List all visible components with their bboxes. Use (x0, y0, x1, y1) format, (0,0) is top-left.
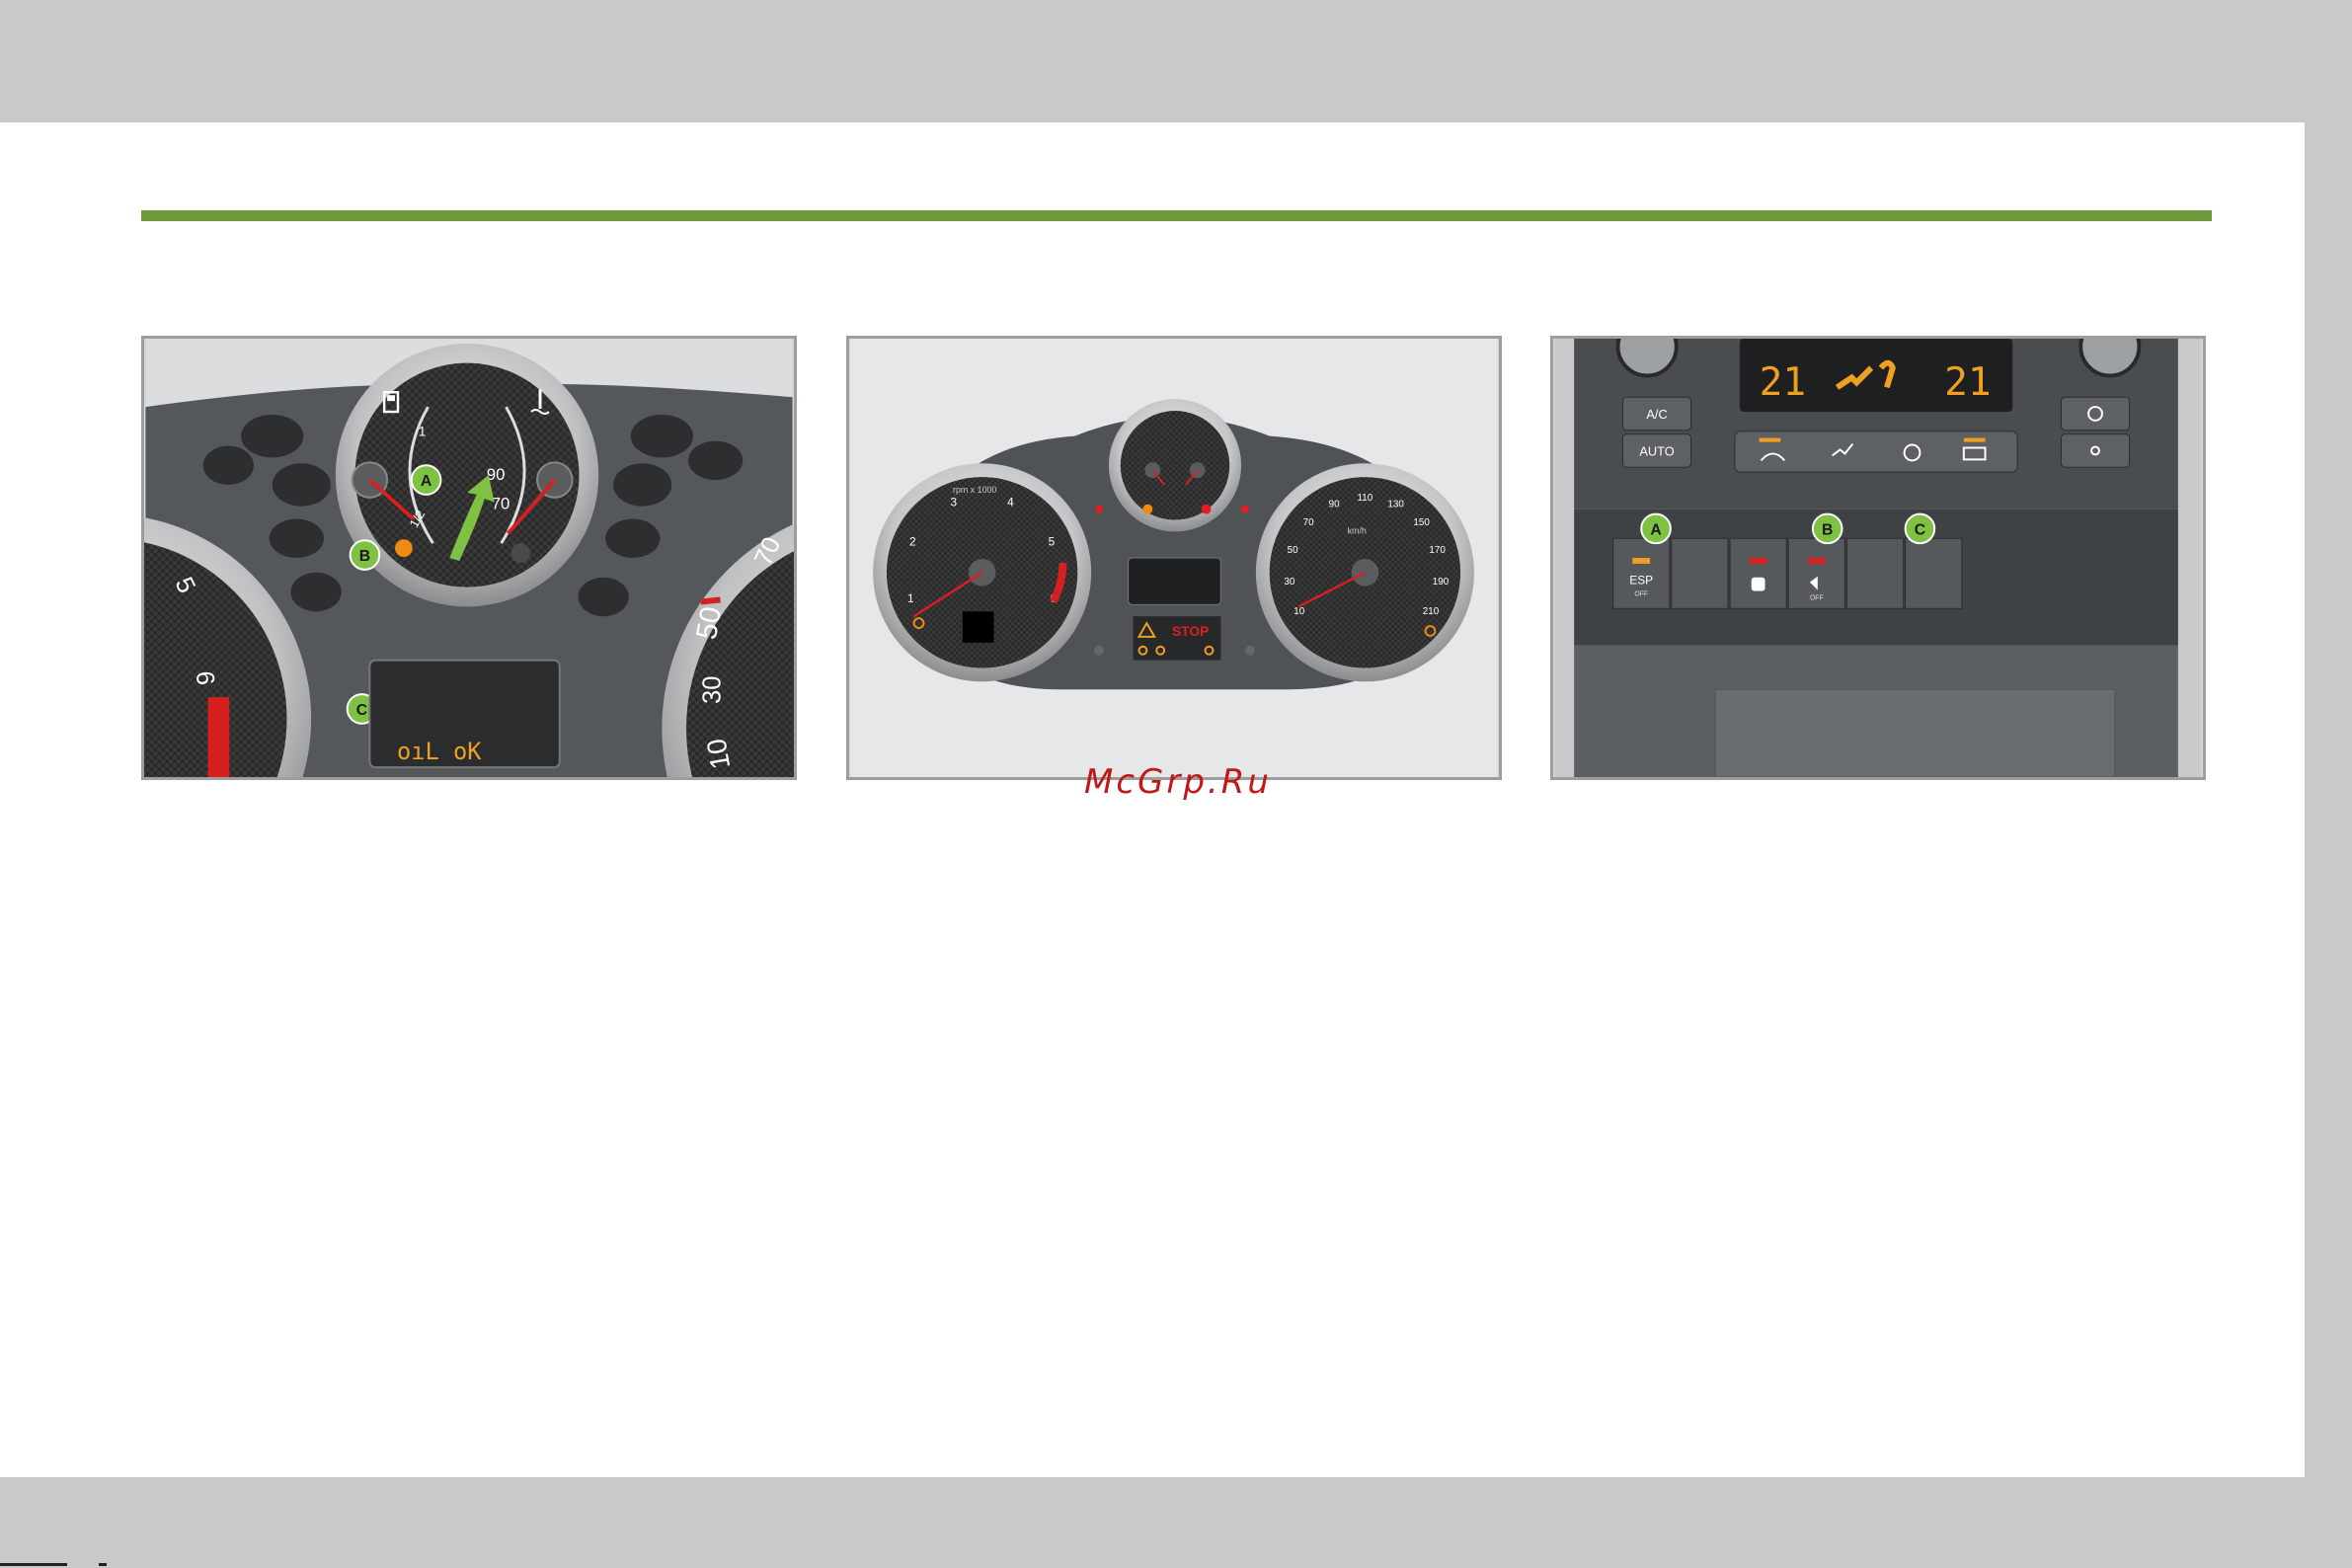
svg-text:C: C (356, 702, 367, 719)
rev-unit: rpm x 1000 (953, 485, 996, 495)
watermark-text: McGrp.Ru (1084, 762, 1272, 802)
rev-tick-4: 4 (1007, 495, 1014, 509)
footer-mark-small (99, 1563, 107, 1566)
warning-lamp-orange (395, 539, 413, 558)
callout-a: A (410, 464, 442, 496)
footer-mark (0, 1563, 67, 1566)
right-temperature: 21 (1944, 359, 1992, 405)
rev-tick-5: 5 (1049, 534, 1056, 548)
figure-instrument-cluster: rpm x 1000 123456 km/h 10 30 50 70 90 110 130 1… (846, 336, 1502, 780)
left-temperature: 21 (1760, 359, 1807, 405)
speed-label-30: 30 (699, 675, 727, 704)
fan-button[interactable] (2061, 396, 2131, 431)
speed-unit: km/h (1348, 525, 1367, 535)
figure-center-console: 21 21 A/C AUTO ESP OFF OFF A B C (1550, 336, 2206, 780)
alarm-off-switch[interactable]: OFF (1787, 537, 1845, 609)
svg-text:B: B (359, 548, 370, 565)
stop-warning-label: STOP (1172, 623, 1209, 639)
fuel-temp-mini-gauge (1120, 411, 1230, 520)
callout-c: C (1904, 512, 1936, 545)
speed-tick-90: 90 (1329, 499, 1340, 510)
speed-label-10: 10 (700, 737, 736, 772)
callout-b: B (1811, 512, 1843, 545)
callout-b: B (349, 539, 381, 571)
section-rule (141, 210, 2212, 221)
svg-text:B: B (1822, 521, 1833, 538)
esp-off-switch[interactable]: ESP OFF (1612, 537, 1671, 609)
speed-tick-30: 30 (1284, 577, 1294, 588)
auto-button-label: AUTO (1639, 443, 1674, 458)
center-console-illustration: 21 21 A/C AUTO ESP OFF OFF A B C (1554, 339, 2202, 777)
blank-switch-3 (1905, 537, 1963, 609)
speed-tick-110: 110 (1358, 493, 1373, 504)
callout-a: A (1640, 512, 1672, 545)
gauge-closeup-illustration: 5 6 50 70 30 10 1 1/2 90 70 A B C oıL oK (144, 339, 794, 777)
svg-text:OFF: OFF (1810, 594, 1824, 601)
ac-button-label: A/C (1646, 407, 1667, 422)
svg-text:OFF: OFF (1634, 590, 1648, 597)
rev-label-6: 6 (191, 670, 219, 687)
svg-text:A: A (1650, 521, 1661, 538)
figure-gauge-closeup: 5 6 50 70 30 10 1 1/2 90 70 A B C oıL oK (141, 336, 797, 780)
fuel-full-mark: 1 (419, 424, 427, 439)
rev-tick-3: 3 (951, 495, 958, 509)
fan-down-button[interactable] (2061, 433, 2131, 468)
child-lock-switch[interactable] (1729, 537, 1787, 609)
svg-text:C: C (1915, 521, 1925, 538)
rev-tick-2: 2 (909, 534, 916, 548)
oil-ok-display-text: oıL oK (397, 738, 482, 765)
cluster-display (1128, 557, 1221, 605)
redline-band (207, 697, 230, 777)
temp-70-mark: 70 (492, 495, 510, 513)
svg-text:ESP: ESP (1629, 574, 1653, 588)
speed-tick-50: 50 (1288, 545, 1298, 556)
rev-tick-1: 1 (907, 591, 914, 605)
speed-tick-150: 150 (1413, 517, 1430, 528)
speed-tick-130: 130 (1387, 499, 1404, 510)
blank-switch-2 (1845, 537, 1905, 609)
speed-tick-190: 190 (1433, 577, 1450, 588)
speed-tick-210: 210 (1423, 606, 1440, 617)
windscreen-demist-button[interactable] (1739, 435, 1806, 468)
lock-icon (1751, 577, 1765, 591)
svg-text:A: A (421, 473, 431, 490)
instrument-cluster-illustration: rpm x 1000 123 456 km/h 10305070901101301… (850, 339, 1498, 777)
black-square (962, 611, 994, 643)
speed-tick-170: 170 (1429, 545, 1446, 556)
speed-tick-10: 10 (1294, 606, 1304, 617)
blank-switch-1 (1671, 537, 1729, 609)
speed-label-50: 50 (690, 604, 728, 642)
speed-tick-70: 70 (1303, 517, 1314, 528)
